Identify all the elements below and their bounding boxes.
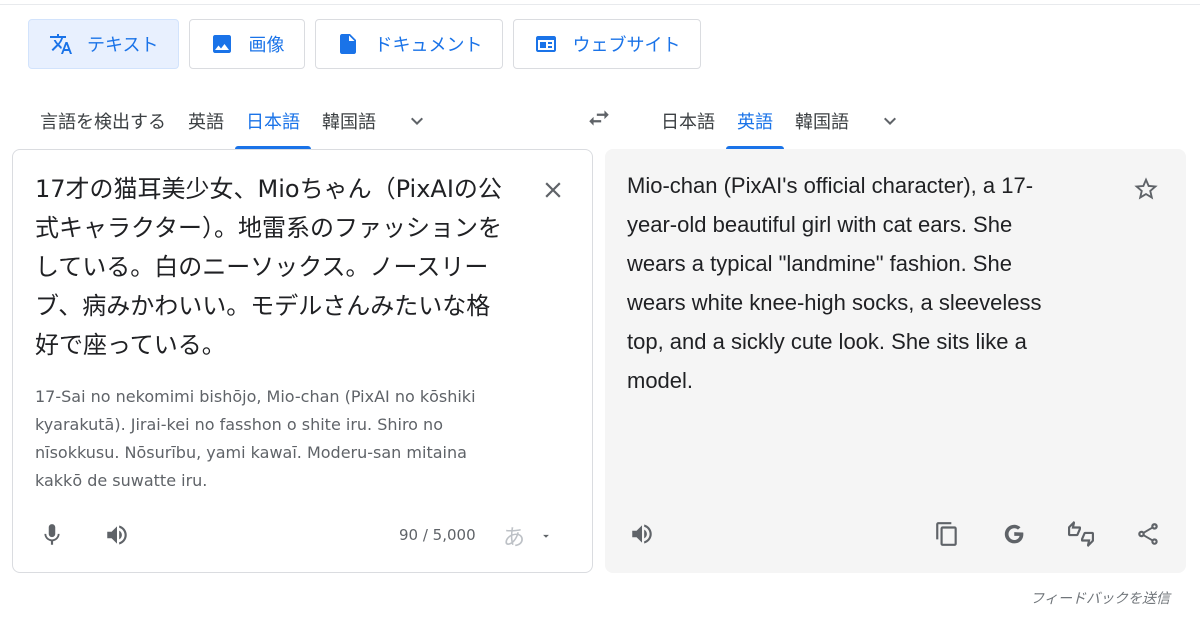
close-icon [545,182,561,198]
send-feedback-link[interactable]: フィードバックを送信 [1030,588,1170,608]
target-lang-english[interactable]: 英語 [726,92,784,149]
document-icon [340,34,357,54]
copy-translation-button[interactable] [929,516,965,552]
image-icon [213,35,232,53]
mode-website-button[interactable]: ウェブサイト [513,19,702,69]
voice-input-button[interactable] [34,517,70,553]
caret-down-icon [543,534,549,538]
mode-text-button[interactable]: テキスト [28,19,180,69]
target-language-bar: 日本語 英語 韓国語 [650,92,920,149]
source-text-input[interactable]: 17才の猫耳美少女、Mioちゃん（PixAIの公 式キャラクター）。地雷系のファ… [35,170,535,365]
share-icon [1138,523,1158,545]
mode-text-label: テキスト [87,35,159,56]
source-lang-detect[interactable]: 言語を検出する [29,92,177,149]
mode-document-label: ドキュメント [374,35,483,56]
source-language-bar: 言語を検出する 英語 日本語 韓国語 [29,92,447,149]
source-lang-korean[interactable]: 韓国語 [311,92,387,149]
mode-document-button[interactable]: ドキュメント [315,19,504,69]
listen-translation-button[interactable] [624,516,660,552]
star-outline-icon [1134,177,1158,200]
ime-glyph: あ [503,526,526,551]
top-divider [0,4,1200,5]
translate-icon [50,34,72,54]
chevron-down-icon [411,117,423,125]
character-count: 90 / 5,000 [399,526,476,544]
source-more-languages-button[interactable] [387,92,447,149]
listen-source-button[interactable] [99,517,135,553]
target-lang-korean[interactable]: 韓国語 [784,92,860,149]
save-translation-button[interactable] [1130,173,1162,205]
source-lang-english[interactable]: 英語 [177,92,235,149]
speaker-icon [107,525,127,545]
target-more-languages-button[interactable] [860,92,920,149]
microphone-icon [44,524,60,545]
swap-languages-button[interactable] [583,102,615,134]
google-search-button[interactable] [996,516,1032,552]
source-lang-japanese[interactable]: 日本語 [235,92,311,149]
translation-panel: Mio-chan (PixAI's official character), a… [605,149,1186,573]
mode-image-label: 画像 [248,35,285,56]
share-translation-button[interactable] [1130,516,1166,552]
thumbs-up-down-icon [1068,521,1094,547]
target-lang-japanese[interactable]: 日本語 [650,92,726,149]
swap-arrows-icon [589,110,609,126]
google-g-icon [1004,524,1024,544]
translation-text: Mio-chan (PixAI's official character), a… [627,173,1042,393]
input-method-button[interactable]: あ [503,520,553,552]
mode-website-label: ウェブサイト [572,35,681,56]
speaker-icon [632,524,652,544]
source-text-panel: 17才の猫耳美少女、Mioちゃん（PixAIの公 式キャラクター）。地雷系のファ… [12,149,593,573]
mode-selector: テキスト 画像 ドキュメント ウェブサイト [28,19,702,69]
copy-icon [936,522,957,546]
rate-translation-button[interactable] [1063,516,1099,552]
mode-image-button[interactable]: 画像 [189,19,306,69]
source-transliteration: 17-Sai no nekomimi bishōjo, Mio-chan (Pi… [35,387,476,490]
chevron-down-icon [884,117,896,125]
clear-source-button[interactable] [539,176,567,204]
website-icon [536,36,557,52]
